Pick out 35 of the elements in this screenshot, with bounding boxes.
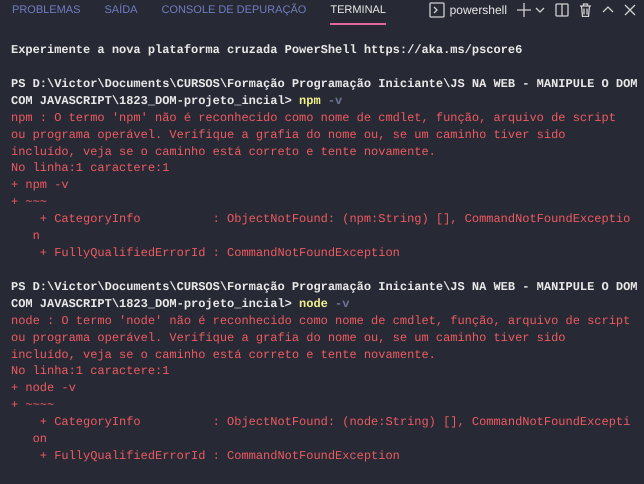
panel-tab[interactable]: TERMINAL — [330, 0, 386, 25]
terminal-line: incluído, veja se o caminho está correto e tente novamente. — [11, 346, 437, 364]
terminal-line: + node -v — [11, 380, 77, 398]
terminal-line: Experimente a nova plataforma cruzada PowerShell https://aka.ms/pscore6 — [11, 42, 524, 59]
terminal-line: COM JAVASCRIPT\1823_DOM-projeto_incial> node -v — [11, 296, 350, 313]
terminal-line: + ~~~~ — [11, 397, 56, 414]
terminal-line: + CategoryInfo : ObjectNotFound: (npm:String) [], CommandNotFoundExceptio — [38, 211, 632, 228]
close-icon[interactable] — [624, 4, 636, 16]
terminal-line: No linha:1 caractere:1 — [11, 160, 170, 178]
terminal-line: node : O termo 'node' não é reconhecido como nome de cmdlet, função, arquivo de script — [11, 312, 632, 330]
plus-icon[interactable] — [517, 3, 531, 17]
chevron-down-icon[interactable] — [535, 5, 545, 15]
terminal-line: + CategoryInfo : ObjectNotFound: (node:String) [], CommandNotFoundExcepti — [38, 414, 632, 432]
terminal-line: incluído, veja se o caminho está correto e tente novamente. — [11, 144, 437, 160]
panel-tab[interactable]: CONSOLE DE DEPURAÇÃO — [161, 0, 306, 25]
trash-icon[interactable] — [579, 3, 592, 17]
terminal-line: on — [32, 431, 48, 448]
terminal-line: PS D:\Victor\Documents\CURSOS\Formação Programação Iniciante\JS NA WEB - MANIPULE O DOM — [11, 278, 636, 296]
terminal-line: ou programa operável. Verifique a grafia do nome ou, se um caminho tiver sido — [11, 126, 566, 144]
terminal-line: COM JAVASCRIPT\1823_DOM-projeto_incial> npm -v — [11, 92, 344, 110]
terminal-line: PS D:\Victor\Documents\CURSOS\Formação Programação Iniciante\JS NA WEB - MANIPULE O DOM — [11, 76, 636, 93]
chevron-up-icon[interactable] — [602, 5, 614, 15]
split-icon[interactable] — [555, 3, 569, 17]
terminal-line: + ~~~ — [11, 194, 48, 212]
terminal-line: No linha:1 caractere:1 — [11, 363, 170, 380]
terminal-line: + FullyQualifiedErrorId : CommandNotFoundException — [38, 448, 401, 465]
panel-tab[interactable]: SAÍDA — [104, 0, 138, 25]
terminal-line: npm : O termo 'npm' não é reconhecido como nome de cmdlet, função, arquivo de script — [11, 110, 617, 127]
panel-tab[interactable]: PROBLEMAS — [12, 0, 80, 25]
terminal-line: + FullyQualifiedErrorId : CommandNotFoundException — [38, 244, 401, 262]
terminal-icon — [428, 2, 445, 18]
terminal-line: + npm -v — [11, 177, 70, 194]
terminal-line: n — [32, 228, 41, 245]
terminal-line: ou programa operável. Verifique a grafia do nome ou, se um caminho tiver sido — [11, 330, 566, 346]
terminal-selector[interactable]: powershell — [428, 2, 507, 18]
